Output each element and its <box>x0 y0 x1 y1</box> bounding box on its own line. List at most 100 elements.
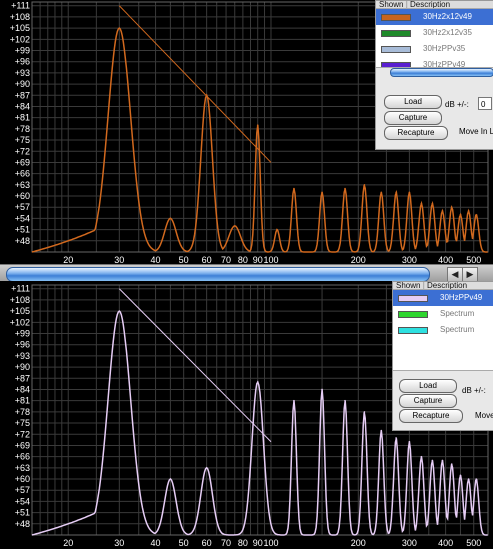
top-db-field[interactable]: 0 <box>478 97 492 110</box>
top-trace-panel: Shown | Description 30Hz2x12v49 30Hz2x12v… <box>375 0 493 150</box>
peak-point <box>293 187 295 190</box>
x-tick-label: 400 <box>438 538 453 548</box>
column-shown: Shown <box>396 282 421 290</box>
top-trace-row[interactable]: 30HzPPv35 <box>376 41 493 57</box>
y-tick-label: +111 <box>11 1 30 11</box>
peak-point <box>205 467 208 469</box>
y-tick-label: +66 <box>15 452 30 462</box>
top-recapture-button[interactable]: Recapture <box>384 126 448 140</box>
x-tick-label: 50 <box>179 538 189 548</box>
y-tick-label: +99 <box>15 46 30 56</box>
peak-point <box>431 459 434 462</box>
y-tick-label: +87 <box>15 373 30 383</box>
y-tick-label: +78 <box>15 124 30 134</box>
y-tick-label: +87 <box>15 90 30 100</box>
peak-point <box>233 225 236 227</box>
y-tick-label: +81 <box>15 396 30 406</box>
y-tick-label: +108 <box>10 295 30 305</box>
x-tick-label: 20 <box>63 538 73 548</box>
top-trace-list[interactable]: 30Hz2x12v49 30Hz2x12v35 30HzPPv35 30HzPPv49… <box>376 9 493 68</box>
peak-point <box>420 202 423 205</box>
y-tick-label: +96 <box>15 57 30 67</box>
bottom-capture-button[interactable]: Capture <box>399 394 457 408</box>
y-tick-label: +63 <box>15 180 30 190</box>
x-tick-label: 60 <box>202 538 212 548</box>
y-tick-label: +72 <box>15 146 30 156</box>
trace-color-swatch[interactable] <box>381 46 411 53</box>
column-description: Description <box>410 1 451 9</box>
peak-point <box>459 213 462 216</box>
y-tick-label: +69 <box>15 157 30 167</box>
bottom-move-label: Move <box>475 411 493 420</box>
peak-point <box>321 388 323 391</box>
y-tick-label: +57 <box>15 202 30 212</box>
y-tick-label: +105 <box>10 306 30 316</box>
y-tick-label: +75 <box>15 135 30 145</box>
bottom-trace-list[interactable]: 30HzPPv49 Spectrum Spectrum <box>393 290 493 371</box>
top-trace-row[interactable]: 30HzPPv49 <box>376 57 493 68</box>
x-tick-label: 30 <box>114 538 124 548</box>
y-tick-label: +75 <box>15 418 30 428</box>
x-tick-label: 80 <box>238 538 248 548</box>
bottom-trace-row[interactable]: Spectrum <box>393 322 493 338</box>
trace-name: Spectrum <box>440 309 475 318</box>
x-tick-label: 70 <box>221 538 231 548</box>
y-tick-label: +78 <box>15 407 30 417</box>
bottom-trace-row[interactable]: 30HzPPv49 <box>393 290 493 306</box>
peak-point <box>169 478 172 480</box>
x-tick-label: 500 <box>466 538 481 548</box>
scrollbar-thumb[interactable] <box>6 267 430 282</box>
peak-point <box>408 191 411 194</box>
peak-point <box>118 310 121 312</box>
trace-color-swatch[interactable] <box>398 311 428 318</box>
bottom-load-button[interactable]: Load <box>399 379 457 393</box>
trace-color-swatch[interactable] <box>381 30 411 37</box>
trace-color-swatch[interactable] <box>398 327 428 334</box>
y-tick-label: +90 <box>15 362 30 372</box>
peak-point <box>169 217 172 220</box>
trace-color-swatch[interactable] <box>381 14 411 21</box>
peak-point <box>431 202 434 205</box>
scroll-right-arrow-icon[interactable]: ▶ <box>462 267 478 282</box>
x-tick-label: 100 <box>263 538 278 548</box>
top-load-button[interactable]: Load <box>384 95 442 109</box>
peak-point <box>380 191 383 194</box>
peak-point <box>256 124 259 126</box>
x-tick-label: 90 <box>253 538 263 548</box>
y-tick-label: +60 <box>15 474 30 484</box>
y-tick-label: +111 <box>11 284 30 294</box>
bottom-db-label: dB +/-: <box>462 386 486 395</box>
peak-point <box>475 213 478 216</box>
peak-point <box>408 440 411 443</box>
peak-point <box>344 187 346 190</box>
trace-color-swatch[interactable] <box>398 295 428 302</box>
y-tick-label: +60 <box>15 191 30 201</box>
bottom-recapture-button[interactable]: Recapture <box>399 409 463 423</box>
trace-name: 30Hz2x12v49 <box>423 12 472 21</box>
top-list-scrollbar[interactable] <box>390 68 493 77</box>
trace-name: 30HzPPv35 <box>423 44 466 53</box>
y-tick-label: +69 <box>15 440 30 450</box>
peak-point <box>395 437 397 439</box>
top-move-label: Move In L <box>459 127 493 136</box>
y-tick-label: +105 <box>10 23 30 33</box>
y-tick-label: +48 <box>15 519 30 529</box>
top-capture-button[interactable]: Capture <box>384 111 442 125</box>
peak-point <box>441 210 444 212</box>
peak-point <box>276 228 278 231</box>
top-trace-row[interactable]: 30Hz2x12v35 <box>376 25 493 41</box>
peak-point <box>256 381 259 383</box>
peak-point <box>363 184 366 186</box>
y-tick-label: +96 <box>15 340 30 350</box>
trace-name: 30HzPPv49 <box>423 60 466 68</box>
y-tick-label: +84 <box>15 384 30 394</box>
bottom-trace-row[interactable]: Spectrum <box>393 306 493 322</box>
peak-point <box>459 474 462 477</box>
slope-reference-line <box>118 288 272 443</box>
top-trace-row[interactable]: 30Hz2x12v49 <box>376 9 493 25</box>
peak-point <box>380 429 383 432</box>
y-tick-label: +54 <box>15 213 30 223</box>
y-tick-label: +108 <box>10 12 30 22</box>
peak-point <box>467 210 470 212</box>
scroll-left-arrow-icon[interactable]: ◀ <box>447 267 463 282</box>
